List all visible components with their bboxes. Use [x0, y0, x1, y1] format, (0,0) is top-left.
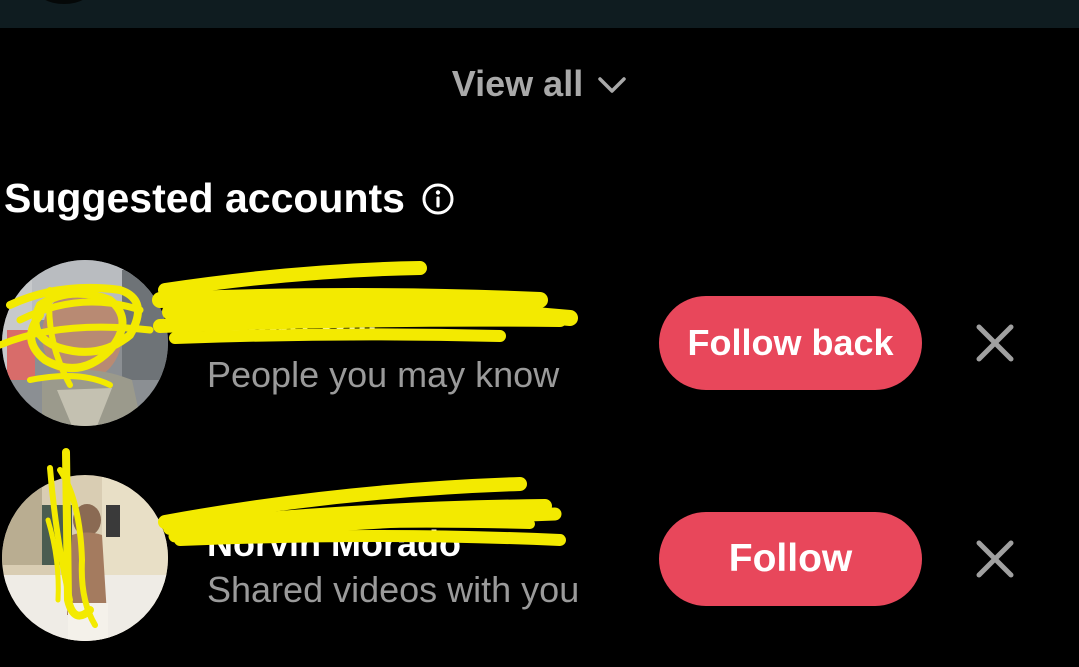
account-subtitle: People you may know — [207, 354, 560, 395]
account-name[interactable]: Jesus O... — [207, 300, 607, 342]
account-row: Jesus O... People you may know Follow ba… — [0, 258, 1079, 428]
follow-button[interactable]: Follow — [659, 512, 922, 606]
top-bar — [0, 0, 1079, 28]
account-subtitle: Shared videos with you — [207, 569, 580, 610]
account-name[interactable]: Norvin Morado — [207, 523, 607, 565]
close-icon[interactable] — [970, 534, 1020, 584]
avatar[interactable] — [2, 475, 168, 641]
section-title: Suggested accounts — [4, 174, 405, 221]
view-all-button[interactable]: View all — [0, 56, 1079, 112]
follow-back-button[interactable]: Follow back — [659, 296, 922, 390]
suggested-accounts-header: Suggested accounts — [4, 170, 455, 226]
info-icon[interactable] — [421, 182, 455, 216]
account-row: Norvin Morado Shared videos with you Fol… — [0, 473, 1079, 643]
notifications-screen: View all Suggested accounts Jesus O... P… — [0, 0, 1079, 667]
close-icon[interactable] — [970, 318, 1020, 368]
avatar — [35, 0, 93, 4]
chevron-down-icon — [597, 75, 627, 95]
view-all-label: View all — [451, 63, 584, 104]
avatar[interactable] — [2, 260, 168, 426]
